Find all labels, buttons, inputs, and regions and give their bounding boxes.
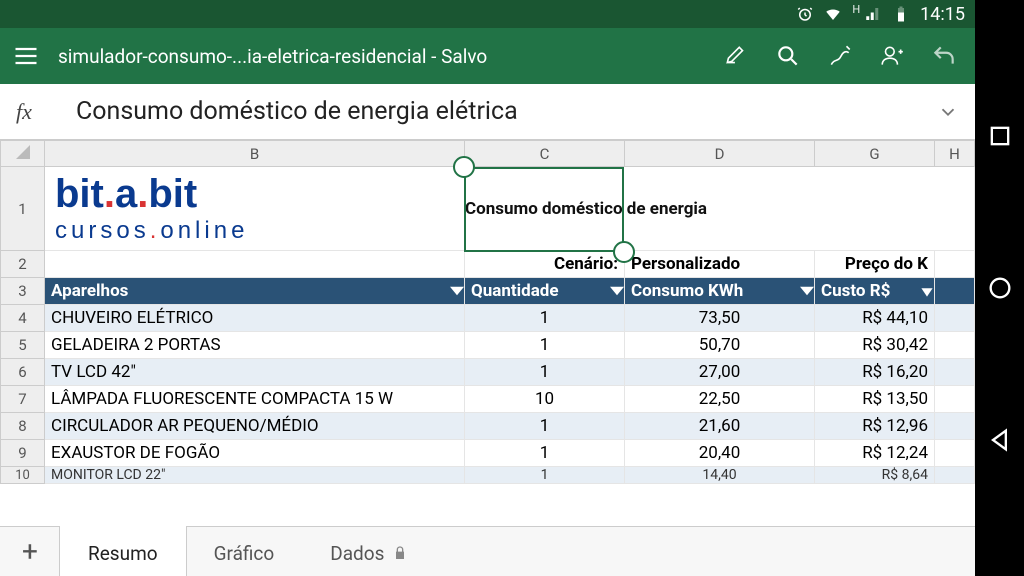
chevron-down-icon[interactable] bbox=[937, 101, 959, 123]
back-icon[interactable] bbox=[986, 426, 1014, 454]
tab-resumo[interactable]: Resumo bbox=[60, 527, 186, 576]
search-icon[interactable] bbox=[775, 43, 801, 69]
row-header-1[interactable]: 1 bbox=[1, 167, 45, 251]
select-all-corner[interactable] bbox=[1, 141, 45, 167]
hdr-consumo[interactable]: Consumo KWh bbox=[625, 278, 814, 304]
sheet-tab-bar: + Resumo Gráfico Dados bbox=[0, 526, 975, 576]
table-row[interactable]: 7 LÂMPADA FLUORESCENTE COMPACTA 15 W 10 … bbox=[1, 386, 975, 413]
row-2[interactable]: 2 Cenário: Personalizado Preço do K bbox=[1, 251, 975, 278]
fx-label: fx bbox=[16, 99, 76, 125]
alarm-icon bbox=[796, 5, 814, 23]
edit-format-icon[interactable] bbox=[723, 43, 749, 69]
row-header-2[interactable]: 2 bbox=[1, 251, 45, 278]
network-type: H bbox=[852, 0, 860, 16]
table-row[interactable]: 4 CHUVEIRO ELÉTRICO 1 73,50 R$ 44,10 bbox=[1, 305, 975, 332]
logo-subtext: cursos.online bbox=[55, 217, 458, 245]
signal-icon bbox=[864, 5, 882, 23]
logo-cell[interactable]: bit.a.bit cursos.online bbox=[45, 167, 465, 251]
spreadsheet-grid[interactable]: B C D G H 1 bit.a.bit cursos.online bbox=[0, 140, 975, 526]
lock-icon bbox=[392, 545, 408, 561]
table-row[interactable]: 10 MONITOR LCD 22" 1 14,40 R$ 8,64 bbox=[1, 467, 975, 484]
recent-apps-icon[interactable] bbox=[986, 122, 1014, 150]
menu-icon[interactable] bbox=[12, 42, 40, 70]
hdr-custo[interactable]: Custo R$ bbox=[815, 278, 934, 304]
document-title[interactable]: simulador-consumo-...ia-eletrica-residen… bbox=[58, 45, 705, 68]
sort-desc-icon[interactable] bbox=[920, 284, 934, 298]
filter-drop-icon[interactable] bbox=[610, 284, 624, 298]
row-header-3[interactable]: 3 bbox=[1, 278, 45, 305]
column-header-row[interactable]: B C D G H bbox=[1, 141, 975, 167]
formula-content[interactable]: Consumo doméstico de energia elétrica bbox=[76, 97, 937, 126]
sheet-title-cell[interactable]: Consumo doméstico de energia bbox=[465, 167, 975, 251]
home-icon[interactable] bbox=[986, 274, 1014, 302]
row-3-headers[interactable]: 3 Aparelhos Quantidade Consumo KWh Custo… bbox=[1, 278, 975, 305]
cenario-label[interactable]: Cenário: bbox=[465, 251, 625, 278]
filter-drop-icon[interactable] bbox=[450, 284, 464, 298]
col-header-H[interactable]: H bbox=[935, 141, 975, 167]
share-add-user-icon[interactable] bbox=[879, 43, 905, 69]
col-header-D[interactable]: D bbox=[625, 141, 815, 167]
android-nav-bar bbox=[975, 0, 1024, 576]
table-row[interactable]: 8 CIRCULADOR AR PEQUENO/MÉDIO 1 21,60 R$… bbox=[1, 413, 975, 440]
tab-dados[interactable]: Dados bbox=[302, 527, 436, 576]
logo-text: bit.a.bit bbox=[55, 172, 458, 217]
add-sheet-button[interactable]: + bbox=[0, 527, 60, 576]
battery-icon bbox=[892, 5, 910, 23]
android-status-bar: H 14:15 bbox=[0, 0, 975, 28]
tab-grafico[interactable]: Gráfico bbox=[186, 527, 303, 576]
row-1[interactable]: 1 bit.a.bit cursos.online Consumo domést… bbox=[1, 167, 975, 251]
formula-bar[interactable]: fx Consumo doméstico de energia elétrica bbox=[0, 84, 975, 140]
draw-icon[interactable] bbox=[827, 43, 853, 69]
hdr-quantidade[interactable]: Quantidade bbox=[465, 278, 624, 304]
table-row[interactable]: 9 EXAUSTOR DE FOGÃO 1 20,40 R$ 12,24 bbox=[1, 440, 975, 467]
table-row[interactable]: 6 TV LCD 42" 1 27,00 R$ 16,20 bbox=[1, 359, 975, 386]
cenario-value[interactable]: Personalizado bbox=[625, 251, 815, 278]
undo-icon[interactable] bbox=[931, 43, 957, 69]
hdr-aparelhos[interactable]: Aparelhos bbox=[45, 278, 464, 304]
wifi-icon bbox=[824, 5, 842, 23]
clock-text: 14:15 bbox=[920, 4, 965, 25]
table-row[interactable]: 5 GELADEIRA 2 PORTAS 1 50,70 R$ 30,42 bbox=[1, 332, 975, 359]
excel-app-bar: simulador-consumo-...ia-eletrica-residen… bbox=[0, 28, 975, 84]
col-header-C[interactable]: C bbox=[465, 141, 625, 167]
filter-drop-icon[interactable] bbox=[800, 284, 814, 298]
preco-label[interactable]: Preço do K bbox=[815, 251, 935, 278]
col-header-G[interactable]: G bbox=[815, 141, 935, 167]
col-header-B[interactable]: B bbox=[45, 141, 465, 167]
